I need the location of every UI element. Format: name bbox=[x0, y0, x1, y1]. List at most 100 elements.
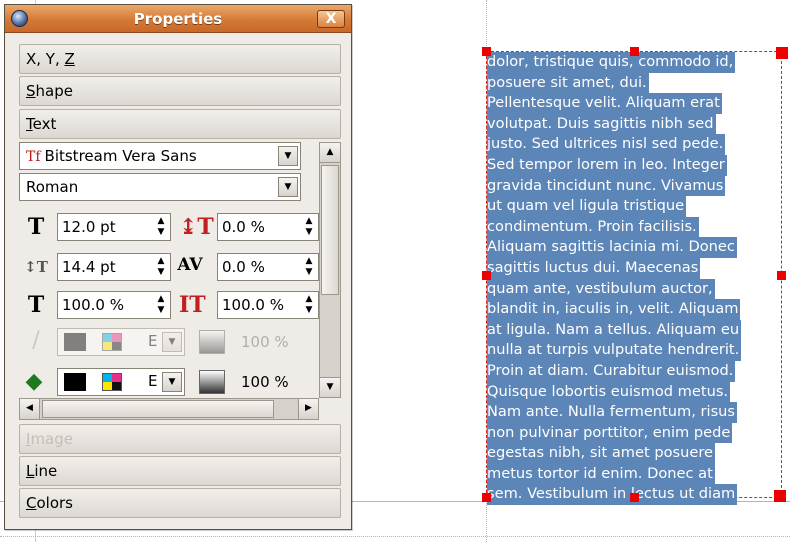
text-frame-line[interactable]: blandit in, iaculis in, velit. Aliquam bbox=[487, 299, 741, 320]
scroll-down-icon[interactable]: ▼ bbox=[320, 377, 340, 397]
offset-stepper[interactable]: 0.0 % ▲ ▼ bbox=[217, 213, 319, 241]
vertical-scrollbar[interactable]: ▲ ▼ bbox=[319, 142, 341, 398]
section-text-label: ext bbox=[32, 115, 57, 133]
chevron-down-icon[interactable]: ▼ bbox=[278, 177, 298, 197]
text-frame-line[interactable]: at ligula. Nam a tellus. Aliquam eu bbox=[487, 319, 742, 341]
text-frame-line[interactable]: condimentum. Proin facilisis. bbox=[487, 216, 699, 238]
resize-handle-bottom-left[interactable] bbox=[482, 493, 491, 502]
text-frame-line[interactable]: sem. Vestibulum in lectus ut diam bbox=[487, 484, 738, 506]
vertical-scroll-thumb[interactable] bbox=[321, 165, 339, 295]
close-button[interactable]: X bbox=[317, 10, 345, 28]
text-frame-line[interactable]: metus tortor id enim. Donec at bbox=[487, 463, 715, 485]
black-swatch-icon bbox=[64, 373, 86, 391]
font-size-stepper[interactable]: 12.0 pt ▲ ▼ bbox=[57, 213, 171, 241]
section-colors[interactable]: Colors bbox=[19, 488, 341, 518]
text-properties-panel: Tf Bitstream Vera Sans ▼ Roman ▼ T 12.0 p… bbox=[19, 142, 341, 424]
resize-handle-top[interactable] bbox=[630, 47, 639, 56]
cmyk-icon bbox=[102, 333, 122, 351]
resize-handle-right[interactable] bbox=[777, 271, 786, 280]
text-frame[interactable]: dolor, tristique quis, commodo id, posue… bbox=[482, 47, 788, 506]
stroke-shade-value[interactable]: 100 % bbox=[241, 333, 289, 351]
text-frame-content[interactable]: dolor, tristique quis, commodo id, posue… bbox=[487, 52, 781, 506]
text-frame-line[interactable]: dolor, tristique quis, commodo id, bbox=[487, 52, 736, 73]
chevron-down-icon[interactable]: ▼ bbox=[162, 332, 182, 352]
stepper-arrows-icon[interactable]: ▲ ▼ bbox=[153, 293, 169, 317]
font-size-value: 12.0 pt bbox=[62, 218, 116, 236]
scroll-up-icon[interactable]: ▲ bbox=[320, 143, 340, 163]
scale-height-value: 100.0 % bbox=[222, 296, 284, 314]
horizontal-scrollbar[interactable]: ◀ ▶ bbox=[19, 398, 319, 420]
font-family-value: Bitstream Vera Sans bbox=[44, 147, 197, 165]
section-shape[interactable]: Shape bbox=[19, 76, 341, 106]
window-titlebar[interactable]: Properties X bbox=[5, 5, 351, 33]
resize-handle-bottom[interactable] bbox=[630, 493, 639, 502]
fill-color-select[interactable]: E ▼ bbox=[57, 368, 185, 396]
font-type-icon: Tf bbox=[26, 149, 41, 165]
scale-height-icon: IT bbox=[179, 292, 206, 318]
chevron-down-icon[interactable]: ▼ bbox=[278, 146, 298, 166]
text-frame-line[interactable]: quam ante, vestibulum auctor, bbox=[487, 278, 715, 300]
stepper-arrows-icon[interactable]: ▲ ▼ bbox=[301, 293, 317, 317]
properties-window: Properties X X, Y, Z Shape Text Tf Bitstr… bbox=[4, 4, 352, 530]
text-frame-line[interactable]: nulla at turpis vulputate hendrerit. bbox=[487, 340, 742, 361]
section-text[interactable]: Text bbox=[19, 109, 341, 139]
line-spacing-stepper[interactable]: 14.4 pt ▲ ▼ bbox=[57, 253, 171, 281]
resize-handle-top-right[interactable] bbox=[776, 47, 788, 59]
text-frame-line[interactable]: ut quam vel ligula tristique bbox=[487, 196, 687, 217]
fill-bucket-icon: ◆ bbox=[25, 368, 43, 394]
resize-handle-top-left[interactable] bbox=[482, 47, 491, 56]
text-frame-line[interactable]: gravida tincidunt nunc. Vivamus bbox=[487, 175, 726, 197]
text-frame-line[interactable]: Nam ante. Nulla fermentum, risus bbox=[487, 402, 738, 423]
scale-width-stepper[interactable]: 100.0 % ▲ ▼ bbox=[57, 291, 171, 319]
text-frame-line[interactable]: egestas nibh, sit amet posuere bbox=[487, 443, 716, 464]
font-family-select[interactable]: Tf Bitstream Vera Sans ▼ bbox=[19, 142, 301, 170]
stepper-arrows-icon[interactable]: ▲ ▼ bbox=[153, 215, 169, 239]
resize-handle-bottom-right[interactable] bbox=[774, 490, 786, 502]
text-frame-line[interactable]: Aliquam sagittis lacinia mi. Donec bbox=[487, 237, 737, 258]
text-frame-line[interactable]: justo. Sed ultrices nisl sed pede. bbox=[487, 134, 726, 155]
bleed-guide bbox=[0, 536, 790, 537]
tracking-value: 0.0 % bbox=[222, 258, 265, 276]
stepper-arrows-icon[interactable]: ▲ ▼ bbox=[301, 255, 317, 279]
scroll-left-icon[interactable]: ◀ bbox=[20, 399, 40, 419]
resize-handle-left[interactable] bbox=[482, 271, 491, 280]
text-frame-line[interactable]: posuere sit amet, dui. bbox=[487, 72, 649, 94]
text-frame-line[interactable]: Pellentesque velit. Aliquam erat bbox=[487, 93, 722, 114]
window-title: Properties bbox=[133, 10, 223, 28]
text-frame-line[interactable]: Quisque lobortis euismod metus. bbox=[487, 381, 731, 403]
tracking-icon: AV bbox=[177, 255, 203, 275]
section-xyz-label: X, Y, bbox=[26, 50, 65, 68]
section-image: Image bbox=[19, 424, 341, 454]
scroll-right-icon[interactable]: ▶ bbox=[298, 399, 318, 419]
text-frame-line[interactable]: non pulvinar porttitor, enim pede bbox=[487, 422, 733, 444]
stroke-color-select[interactable]: E ▼ bbox=[57, 328, 185, 356]
shade-gradient-icon bbox=[199, 330, 225, 354]
horizontal-scroll-thumb[interactable] bbox=[42, 400, 274, 418]
text-frame-line[interactable]: Sed tempor lorem in leo. Integer bbox=[487, 154, 727, 176]
stepper-arrows-icon[interactable]: ▲ ▼ bbox=[301, 215, 317, 239]
section-image-label: mage bbox=[30, 430, 73, 448]
cmyk-icon bbox=[102, 373, 122, 391]
stepper-arrows-icon[interactable]: ▲ ▼ bbox=[153, 255, 169, 279]
section-shape-mnemonic: S bbox=[26, 82, 36, 100]
line-spacing-value: 14.4 pt bbox=[62, 258, 116, 276]
black-swatch-icon bbox=[64, 333, 86, 351]
text-frame-line[interactable]: sagittis luctus dui. Maecenas bbox=[487, 257, 701, 279]
font-style-value: Roman bbox=[26, 178, 79, 196]
text-frame-line[interactable]: Proin at diam. Curabitur euismod. bbox=[487, 360, 736, 382]
text-frame-line[interactable]: volutpat. Duis sagittis nibh sed bbox=[487, 113, 716, 135]
section-shape-label: hape bbox=[35, 82, 73, 100]
fill-shade-value[interactable]: 100 % bbox=[241, 373, 289, 391]
scale-height-stepper[interactable]: 100.0 % ▲ ▼ bbox=[217, 291, 319, 319]
shade-gradient-icon bbox=[199, 370, 225, 394]
section-line[interactable]: Line bbox=[19, 456, 341, 486]
font-style-select[interactable]: Roman ▼ bbox=[19, 173, 301, 201]
line-spacing-icon: ↕T bbox=[24, 258, 48, 276]
stroke-pen-icon: / bbox=[32, 328, 40, 353]
section-colors-label: olors bbox=[36, 494, 73, 512]
fill-color-letter: E bbox=[148, 372, 158, 390]
tracking-stepper[interactable]: 0.0 % ▲ ▼ bbox=[217, 253, 319, 281]
chevron-down-icon[interactable]: ▼ bbox=[162, 372, 182, 392]
section-xyz[interactable]: X, Y, Z bbox=[19, 44, 341, 74]
section-line-label: ine bbox=[34, 462, 58, 480]
